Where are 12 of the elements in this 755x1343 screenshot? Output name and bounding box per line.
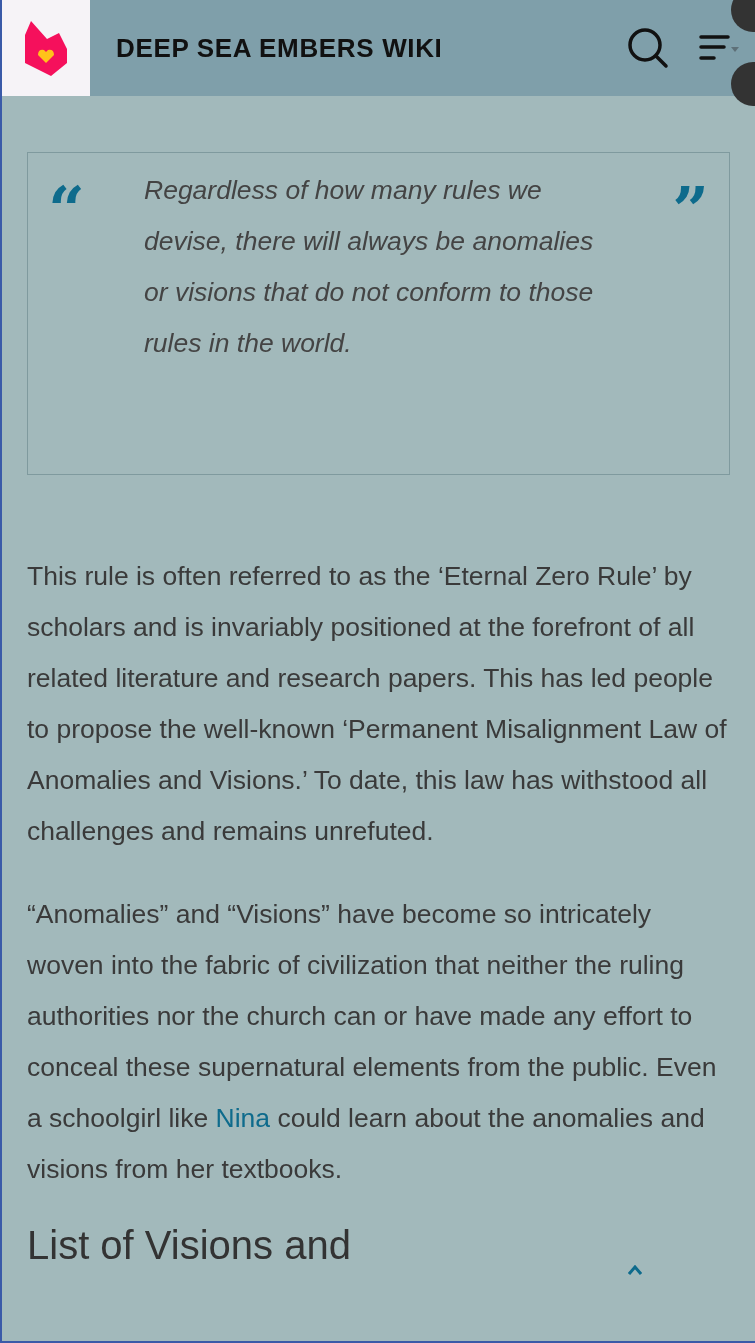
flame-logo-icon <box>23 19 69 77</box>
body-paragraph: “Anomalies” and “Visions” have become so intricately woven into the fabric of civilization that neither the ruling authorities nor the church can or have made any effort to conceal these supernatural elements from the public. Even a schoolgirl like Nina could learn about the anomalies and visions from her textbooks. <box>27 898 718 1186</box>
quote-text: Regardless of how many rules we devise, there will always be anomalies or visions that do not conform to those rules in the world. <box>144 174 595 360</box>
open-quote-mark: “ <box>48 175 86 245</box>
menu-icon[interactable] <box>699 35 739 61</box>
wiki-title[interactable]: DEEP SEA EMBERS WIKI <box>116 28 443 68</box>
logo-tile[interactable] <box>2 0 90 96</box>
section-heading: List of Visions and <box>27 1222 351 1269</box>
caret-up-icon[interactable] <box>628 1265 642 1275</box>
search-icon[interactable] <box>627 27 669 69</box>
close-quote-mark: ” <box>671 175 709 245</box>
body-paragraph: This rule is often referred to as the ‘Eternal Zero Rule’ by scholars and is invariably positioned at the forefront of all related literature and research papers. This has led people to propose the well-known ‘Permanent Misalignment Law of Anomalies and Visions.’ To date, this law has withstood all challenges and remains unrefuted. <box>27 560 728 848</box>
